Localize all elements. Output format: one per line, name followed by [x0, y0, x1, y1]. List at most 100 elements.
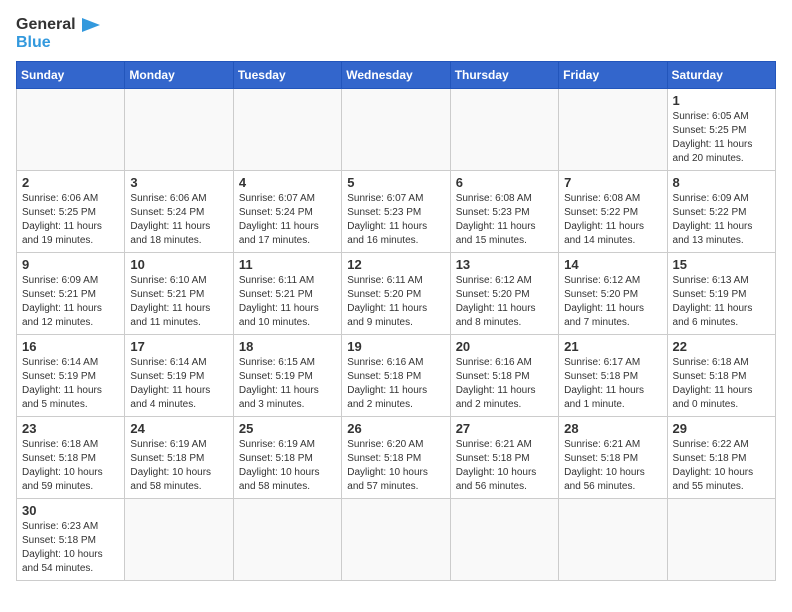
day-info: Sunrise: 6:18 AM Sunset: 5:18 PM Dayligh…	[22, 438, 119, 494]
calendar-cell: 1 Sunrise: 6:05 AM Sunset: 5:25 PM Daylig…	[667, 89, 775, 171]
calendar-week-row: 16Sunrise: 6:14 AM Sunset: 5:19 PM Dayli…	[17, 335, 776, 417]
calendar-cell	[342, 89, 450, 171]
calendar-cell: 5 Sunrise: 6:07 AM Sunset: 5:23 PM Daylig…	[342, 171, 450, 253]
day-number: 5	[347, 175, 444, 190]
calendar-cell: 29 Sunrise: 6:22 AM Sunset: 5:18 PM Dayli…	[667, 417, 775, 499]
page-header: General Blue	[16, 16, 776, 51]
day-info: Sunrise: 6:16 AM Sunset: 5:18 PM Dayligh…	[456, 356, 553, 412]
day-number: 12	[347, 257, 444, 272]
day-info: Sunrise: 6:16 AM Sunset: 5:18 PM Dayligh…	[347, 356, 444, 412]
day-number: 24	[130, 421, 227, 436]
day-info: Sunrise: 6:12 AM Sunset: 5:20 PM Dayligh…	[564, 274, 661, 330]
calendar-table: SundayMondayTuesdayWednesdayThursdayFrid…	[16, 61, 776, 581]
weekday-header: Wednesday	[342, 62, 450, 89]
day-info: Sunrise: 6:07 AM Sunset: 5:23 PM Dayligh…	[347, 192, 444, 248]
day-number: 15	[673, 257, 770, 272]
day-info: Sunrise: 6:23 AM Sunset: 5:18 PM Dayligh…	[22, 520, 119, 576]
day-number: 19	[347, 339, 444, 354]
calendar-week-row: 2Sunrise: 6:06 AM Sunset: 5:25 PM Daylig…	[17, 171, 776, 253]
calendar-cell	[450, 89, 558, 171]
day-number: 29	[673, 421, 770, 436]
weekday-header: Sunday	[17, 62, 125, 89]
day-number: 25	[239, 421, 336, 436]
weekday-header: Thursday	[450, 62, 558, 89]
day-number: 8	[673, 175, 770, 190]
calendar-cell: 13Sunrise: 6:12 AM Sunset: 5:20 PM Dayli…	[450, 253, 558, 335]
calendar-cell: 15Sunrise: 6:13 AM Sunset: 5:19 PM Dayli…	[667, 253, 775, 335]
calendar-cell	[233, 499, 341, 581]
day-info: Sunrise: 6:06 AM Sunset: 5:24 PM Dayligh…	[130, 192, 227, 248]
day-info: Sunrise: 6:18 AM Sunset: 5:18 PM Dayligh…	[673, 356, 770, 412]
calendar-cell: 10 Sunrise: 6:10 AM Sunset: 5:21 PM Dayli…	[125, 253, 233, 335]
logo-text: General Blue	[16, 16, 100, 51]
calendar-cell: 8 Sunrise: 6:09 AM Sunset: 5:22 PM Daylig…	[667, 171, 775, 253]
calendar-cell: 21Sunrise: 6:17 AM Sunset: 5:18 PM Dayli…	[559, 335, 667, 417]
calendar-cell	[559, 499, 667, 581]
calendar-cell	[450, 499, 558, 581]
day-info: Sunrise: 6:21 AM Sunset: 5:18 PM Dayligh…	[564, 438, 661, 494]
day-info: Sunrise: 6:19 AM Sunset: 5:18 PM Dayligh…	[239, 438, 336, 494]
calendar-cell: 2Sunrise: 6:06 AM Sunset: 5:25 PM Daylig…	[17, 171, 125, 253]
logo-triangle-icon	[82, 18, 100, 32]
day-info: Sunrise: 6:09 AM Sunset: 5:21 PM Dayligh…	[22, 274, 119, 330]
day-info: Sunrise: 6:15 AM Sunset: 5:19 PM Dayligh…	[239, 356, 336, 412]
weekday-header: Saturday	[667, 62, 775, 89]
day-info: Sunrise: 6:17 AM Sunset: 5:18 PM Dayligh…	[564, 356, 661, 412]
day-info: Sunrise: 6:09 AM Sunset: 5:22 PM Dayligh…	[673, 192, 770, 248]
day-number: 3	[130, 175, 227, 190]
calendar-cell: 6Sunrise: 6:08 AM Sunset: 5:23 PM Daylig…	[450, 171, 558, 253]
day-info: Sunrise: 6:05 AM Sunset: 5:25 PM Dayligh…	[673, 110, 770, 166]
day-number: 22	[673, 339, 770, 354]
calendar-cell: 11 Sunrise: 6:11 AM Sunset: 5:21 PM Dayli…	[233, 253, 341, 335]
calendar-header-row: SundayMondayTuesdayWednesdayThursdayFrid…	[17, 62, 776, 89]
calendar-cell	[17, 89, 125, 171]
logo: General Blue	[16, 16, 100, 51]
calendar-cell: 7Sunrise: 6:08 AM Sunset: 5:22 PM Daylig…	[559, 171, 667, 253]
calendar-week-row: 9Sunrise: 6:09 AM Sunset: 5:21 PM Daylig…	[17, 253, 776, 335]
calendar-week-row: 1 Sunrise: 6:05 AM Sunset: 5:25 PM Daylig…	[17, 89, 776, 171]
day-number: 1	[673, 93, 770, 108]
calendar-cell: 14 Sunrise: 6:12 AM Sunset: 5:20 PM Dayli…	[559, 253, 667, 335]
calendar-cell: 23Sunrise: 6:18 AM Sunset: 5:18 PM Dayli…	[17, 417, 125, 499]
calendar-cell: 22 Sunrise: 6:18 AM Sunset: 5:18 PM Dayli…	[667, 335, 775, 417]
calendar-cell: 9Sunrise: 6:09 AM Sunset: 5:21 PM Daylig…	[17, 253, 125, 335]
calendar-cell: 4 Sunrise: 6:07 AM Sunset: 5:24 PM Daylig…	[233, 171, 341, 253]
day-number: 13	[456, 257, 553, 272]
day-number: 20	[456, 339, 553, 354]
weekday-header: Monday	[125, 62, 233, 89]
day-info: Sunrise: 6:20 AM Sunset: 5:18 PM Dayligh…	[347, 438, 444, 494]
day-number: 4	[239, 175, 336, 190]
calendar-cell: 26 Sunrise: 6:20 AM Sunset: 5:18 PM Dayli…	[342, 417, 450, 499]
day-number: 30	[22, 503, 119, 518]
day-number: 14	[564, 257, 661, 272]
calendar-cell: 24 Sunrise: 6:19 AM Sunset: 5:18 PM Dayli…	[125, 417, 233, 499]
calendar-cell	[233, 89, 341, 171]
day-number: 18	[239, 339, 336, 354]
calendar-week-row: 23Sunrise: 6:18 AM Sunset: 5:18 PM Dayli…	[17, 417, 776, 499]
calendar-cell: 16Sunrise: 6:14 AM Sunset: 5:19 PM Dayli…	[17, 335, 125, 417]
day-info: Sunrise: 6:11 AM Sunset: 5:21 PM Dayligh…	[239, 274, 336, 330]
calendar-cell: 27Sunrise: 6:21 AM Sunset: 5:18 PM Dayli…	[450, 417, 558, 499]
calendar-cell	[342, 499, 450, 581]
calendar-cell: 30 Sunrise: 6:23 AM Sunset: 5:18 PM Dayli…	[17, 499, 125, 581]
day-number: 11	[239, 257, 336, 272]
day-info: Sunrise: 6:22 AM Sunset: 5:18 PM Dayligh…	[673, 438, 770, 494]
calendar-cell: 19 Sunrise: 6:16 AM Sunset: 5:18 PM Dayli…	[342, 335, 450, 417]
day-info: Sunrise: 6:07 AM Sunset: 5:24 PM Dayligh…	[239, 192, 336, 248]
calendar-cell: 12Sunrise: 6:11 AM Sunset: 5:20 PM Dayli…	[342, 253, 450, 335]
day-number: 26	[347, 421, 444, 436]
day-number: 16	[22, 339, 119, 354]
calendar-cell: 18 Sunrise: 6:15 AM Sunset: 5:19 PM Dayli…	[233, 335, 341, 417]
calendar-cell: 20 Sunrise: 6:16 AM Sunset: 5:18 PM Dayli…	[450, 335, 558, 417]
day-info: Sunrise: 6:19 AM Sunset: 5:18 PM Dayligh…	[130, 438, 227, 494]
day-number: 2	[22, 175, 119, 190]
calendar-cell: 17Sunrise: 6:14 AM Sunset: 5:19 PM Dayli…	[125, 335, 233, 417]
day-info: Sunrise: 6:21 AM Sunset: 5:18 PM Dayligh…	[456, 438, 553, 494]
day-number: 28	[564, 421, 661, 436]
calendar-cell: 25 Sunrise: 6:19 AM Sunset: 5:18 PM Dayli…	[233, 417, 341, 499]
day-number: 10	[130, 257, 227, 272]
calendar-cell	[559, 89, 667, 171]
calendar-cell: 3 Sunrise: 6:06 AM Sunset: 5:24 PM Daylig…	[125, 171, 233, 253]
day-info: Sunrise: 6:10 AM Sunset: 5:21 PM Dayligh…	[130, 274, 227, 330]
calendar-cell	[667, 499, 775, 581]
